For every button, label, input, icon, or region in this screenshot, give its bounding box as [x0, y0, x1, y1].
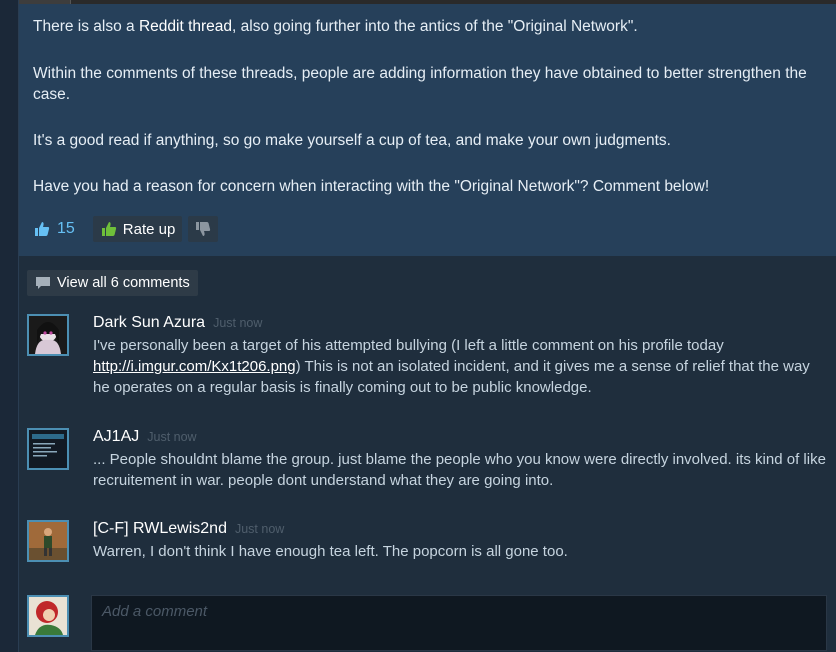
avatar-image — [29, 316, 67, 354]
avatar-image — [29, 430, 67, 468]
thumbs-up-icon — [101, 222, 116, 236]
comment-body: AJ1AJ Just now ... People shouldnt blame … — [93, 428, 828, 491]
comment-text: I've personally been a target of his att… — [93, 335, 828, 398]
comment-author[interactable]: Dark Sun Azura — [93, 314, 205, 331]
comment-time: Just now — [234, 522, 285, 536]
post-text: , also going further into the antics of … — [232, 18, 638, 35]
post-paragraph: Have you had a reason for concern when i… — [33, 178, 710, 195]
post-body: There is also a Reddit thread, also goin… — [19, 4, 836, 256]
post-paragraph: It's a good read if anything, so go make… — [33, 132, 671, 149]
rate-up-label: Rate up — [122, 220, 176, 238]
comment-author[interactable]: AJ1AJ — [93, 428, 139, 445]
comment-text: ... People shouldnt blame the group. jus… — [93, 451, 826, 489]
comment-link[interactable]: http://i.imgur.com/Kx1t206.png — [93, 358, 296, 375]
comment-text: Warren, I don't think I have enough tea … — [93, 543, 568, 560]
comment-author[interactable]: [C-F] RWLewis2nd — [93, 520, 227, 537]
thumbs-up-icon — [35, 222, 50, 236]
avatar[interactable] — [27, 428, 69, 470]
view-all-comments-button[interactable]: View all 6 comments — [27, 270, 198, 296]
avatar[interactable] — [27, 520, 69, 562]
left-gutter — [0, 0, 19, 652]
post-paragraph: Within the comments of these threads, pe… — [33, 65, 807, 103]
view-all-label: View all 6 comments — [57, 275, 190, 291]
avatar-image — [29, 597, 67, 635]
comment-body: [C-F] RWLewis2nd Just now Warren, I don't… — [93, 520, 828, 562]
comments-section: View all 6 comments Dark Sun Azura Just n… — [19, 256, 836, 652]
comment-text-part: I've personally been a target of his att… — [93, 337, 724, 354]
comment-body: Dark Sun Azura Just now I've personally b… — [93, 314, 828, 398]
rate-up-button[interactable]: Rate up — [92, 216, 183, 242]
thumbs-down-icon — [196, 222, 211, 236]
comment-time: Just now — [213, 316, 263, 330]
avatar[interactable] — [27, 314, 69, 356]
reddit-thread-link[interactable]: Reddit thread — [139, 18, 232, 35]
own-avatar — [27, 595, 69, 637]
add-comment-input[interactable]: Add a comment — [91, 595, 827, 651]
post-paragraph: There is also a Reddit thread, also goin… — [33, 16, 828, 37]
vote-count-value: 15 — [57, 220, 75, 237]
post-text: There is also a — [33, 18, 139, 35]
speech-bubble-icon — [36, 277, 50, 289]
comment-time: Just now — [147, 430, 197, 444]
rate-down-button[interactable] — [188, 216, 219, 242]
vote-bar: 15 Rate up — [33, 216, 219, 242]
vote-count: 15 — [33, 220, 75, 238]
avatar-image — [29, 522, 67, 560]
